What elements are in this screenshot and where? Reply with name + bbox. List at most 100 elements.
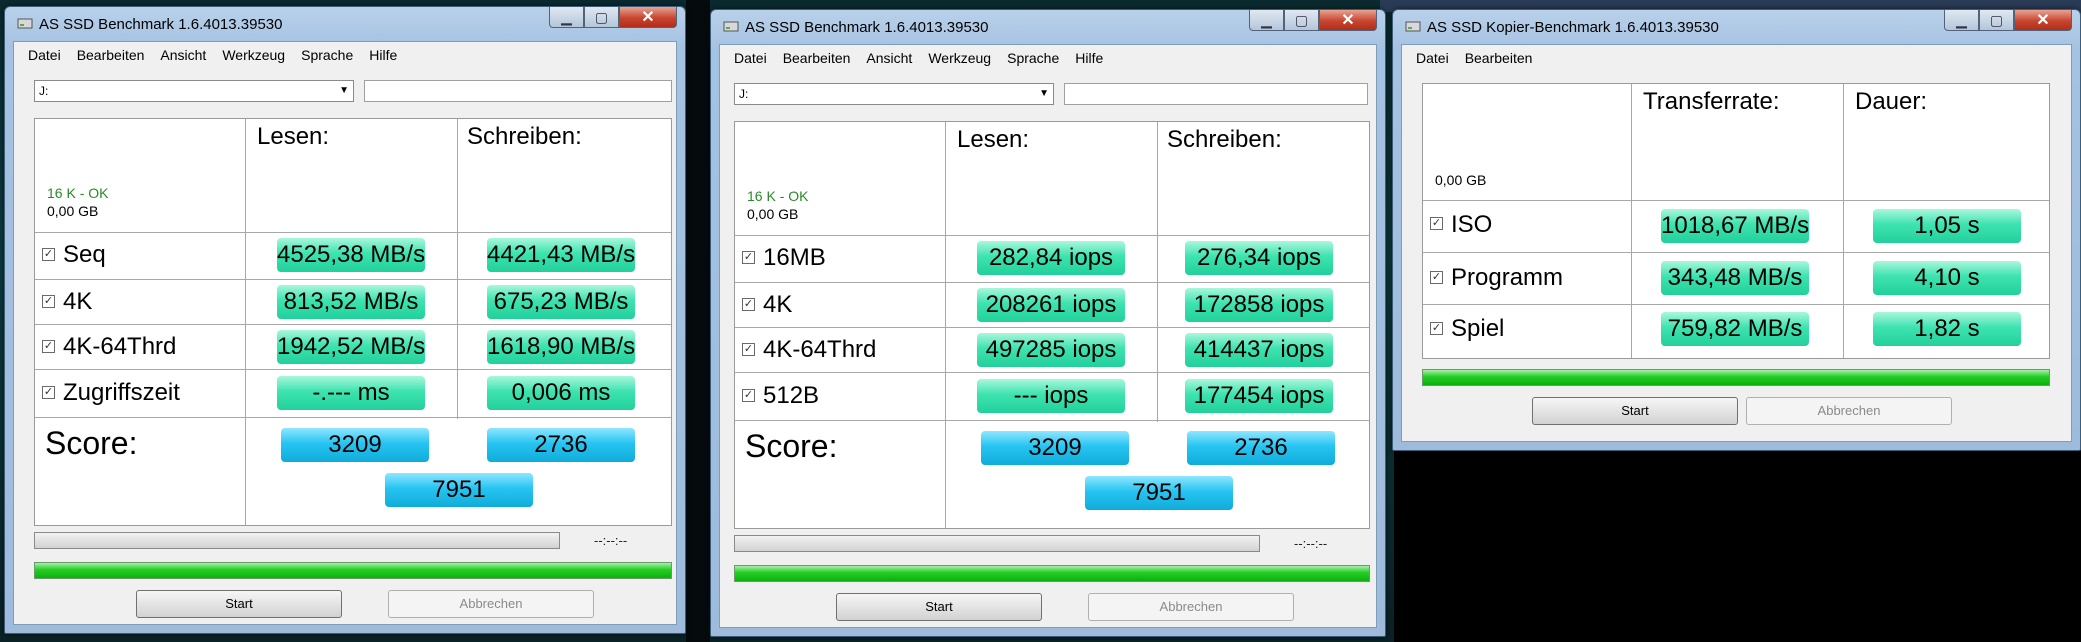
start-button[interactable]: Start [136,590,342,618]
checkmark-icon[interactable]: ✓ [742,343,755,356]
menu-sprache[interactable]: Sprache [999,50,1067,66]
checkmark-icon[interactable]: ✓ [42,248,55,261]
read-value: 1942,52 MB/s [277,330,425,364]
row-label: 16MB [763,244,826,271]
results-grid: 0,00 GB Transferrate: Dauer: ✓ ISO 1018,… [1422,83,2050,359]
start-button[interactable]: Start [1532,397,1738,425]
drive-select[interactable]: J: ▼ [34,80,354,102]
progress-bar-total [734,565,1370,582]
minimize-icon[interactable]: ▁ [1249,10,1284,31]
checkmark-icon[interactable]: ✓ [1430,322,1443,335]
menu-bar: Datei Bearbeiten [1402,45,2071,71]
write-value: 414437 iops [1185,333,1333,367]
maximize-icon[interactable]: ▢ [584,7,619,28]
title-bar[interactable]: AS SSD Kopier-Benchmark 1.6.4013.39530 ▁… [1401,10,2072,44]
menu-werkzeug[interactable]: Werkzeug [920,50,999,66]
progress-bar-current [734,535,1260,552]
checkmark-icon[interactable]: ✓ [1430,271,1443,284]
write-value: 1618,90 MB/s [487,330,635,364]
row-label: Spiel [1451,315,1505,342]
info-field[interactable] [1064,83,1368,105]
drive-size: 0,00 GB [47,203,99,219]
cancel-button[interactable]: Abbrechen [1088,593,1294,621]
close-icon[interactable]: ✕ [2014,10,2072,31]
write-value: 675,23 MB/s [487,285,635,319]
col-header-write: Schreiben: [1167,126,1282,153]
title-bar[interactable]: AS SSD Benchmark 1.6.4013.39530 ▁ ▢ ✕ [13,7,677,41]
checkmark-icon[interactable]: ✓ [42,386,55,399]
window-title: AS SSD Benchmark 1.6.4013.39530 [39,16,283,33]
checkmark-icon[interactable]: ✓ [42,295,55,308]
status-ok: 16 K - OK [47,185,109,201]
score-total: 7951 [1085,476,1233,510]
read-value: 4525,38 MB/s [277,238,425,272]
menu-hilfe[interactable]: Hilfe [1067,50,1111,66]
row-label: Zugriffszeit [63,379,180,406]
read-value: -.--- ms [277,376,425,410]
read-value: 497285 iops [977,333,1125,367]
checkmark-icon[interactable]: ✓ [742,251,755,264]
score-read: 3209 [281,428,429,462]
caption-buttons: ▁ ▢ ✕ [1249,10,1377,31]
benchmark-window-mbs[interactable]: AS SSD Benchmark 1.6.4013.39530 ▁ ▢ ✕ Da… [4,6,686,634]
menu-datei[interactable]: Datei [1408,50,1457,66]
caption-buttons: ▁ ▢ ✕ [549,7,677,28]
checkmark-icon[interactable]: ✓ [742,298,755,311]
score-read: 3209 [981,431,1129,465]
col-header-write: Schreiben: [467,123,582,150]
menu-sprache[interactable]: Sprache [293,47,361,63]
menu-datei[interactable]: Datei [726,50,775,66]
menu-bearbeiten[interactable]: Bearbeiten [69,47,153,63]
row-label: 4K-64Thrd [63,333,177,360]
benchmark-window-iops[interactable]: AS SSD Benchmark 1.6.4013.39530 ▁ ▢ ✕ Da… [710,9,1386,637]
cancel-button[interactable]: Abbrechen [388,590,594,618]
write-value: 177454 iops [1185,379,1333,413]
minimize-icon[interactable]: ▁ [549,7,584,28]
drive-select[interactable]: J: ▼ [734,83,1054,105]
menu-werkzeug[interactable]: Werkzeug [214,47,293,63]
rate-value: 1018,67 MB/s [1661,209,1809,243]
menu-bearbeiten[interactable]: Bearbeiten [775,50,859,66]
drive-icon [723,21,739,32]
start-button[interactable]: Start [836,593,1042,621]
menu-bar: Datei Bearbeiten Ansicht Werkzeug Sprach… [720,45,1376,71]
progress-bar-total [34,562,672,579]
client-area: Datei Bearbeiten Ansicht Werkzeug Sprach… [719,44,1377,628]
score-total: 7951 [385,473,533,507]
row-label: Programm [1451,264,1564,291]
score-write: 2736 [487,428,635,462]
menu-ansicht[interactable]: Ansicht [858,50,920,66]
client-area: Datei Bearbeiten 0,00 GB Transferrate: D… [1401,44,2072,442]
window-title: AS SSD Benchmark 1.6.4013.39530 [745,19,989,36]
checkmark-icon[interactable]: ✓ [42,340,55,353]
copy-benchmark-window[interactable]: AS SSD Kopier-Benchmark 1.6.4013.39530 ▁… [1392,9,2081,451]
drive-select-value: J: [39,84,49,98]
client-area: Datei Bearbeiten Ansicht Werkzeug Sprach… [13,41,677,625]
drive-size: 0,00 GB [747,206,799,222]
close-icon[interactable]: ✕ [619,7,677,28]
checkmark-icon[interactable]: ✓ [742,389,755,402]
write-value: 276,34 iops [1185,241,1333,275]
row-label: 4K [763,291,793,318]
close-icon[interactable]: ✕ [1319,10,1377,31]
time-value: 1,05 s [1873,209,2021,243]
maximize-icon[interactable]: ▢ [1979,10,2014,31]
menu-bar: Datei Bearbeiten Ansicht Werkzeug Sprach… [14,42,676,68]
info-field[interactable] [364,80,672,102]
col-header-time: Dauer: [1855,88,1928,115]
checkmark-icon[interactable]: ✓ [1430,217,1443,230]
row-label: 512B [763,382,820,409]
read-value: --- iops [977,379,1125,413]
menu-ansicht[interactable]: Ansicht [152,47,214,63]
desktop-bottom-right [1394,450,2081,642]
title-bar[interactable]: AS SSD Benchmark 1.6.4013.39530 ▁ ▢ ✕ [719,10,1377,44]
maximize-icon[interactable]: ▢ [1284,10,1319,31]
menu-datei[interactable]: Datei [20,47,69,63]
menu-bearbeiten[interactable]: Bearbeiten [1457,50,1541,66]
score-label: Score: [745,428,838,464]
write-value: 4421,43 MB/s [487,238,635,272]
cancel-button[interactable]: Abbrechen [1746,397,1952,425]
menu-hilfe[interactable]: Hilfe [361,47,405,63]
minimize-icon[interactable]: ▁ [1944,10,1979,31]
drive-icon [1405,21,1421,32]
